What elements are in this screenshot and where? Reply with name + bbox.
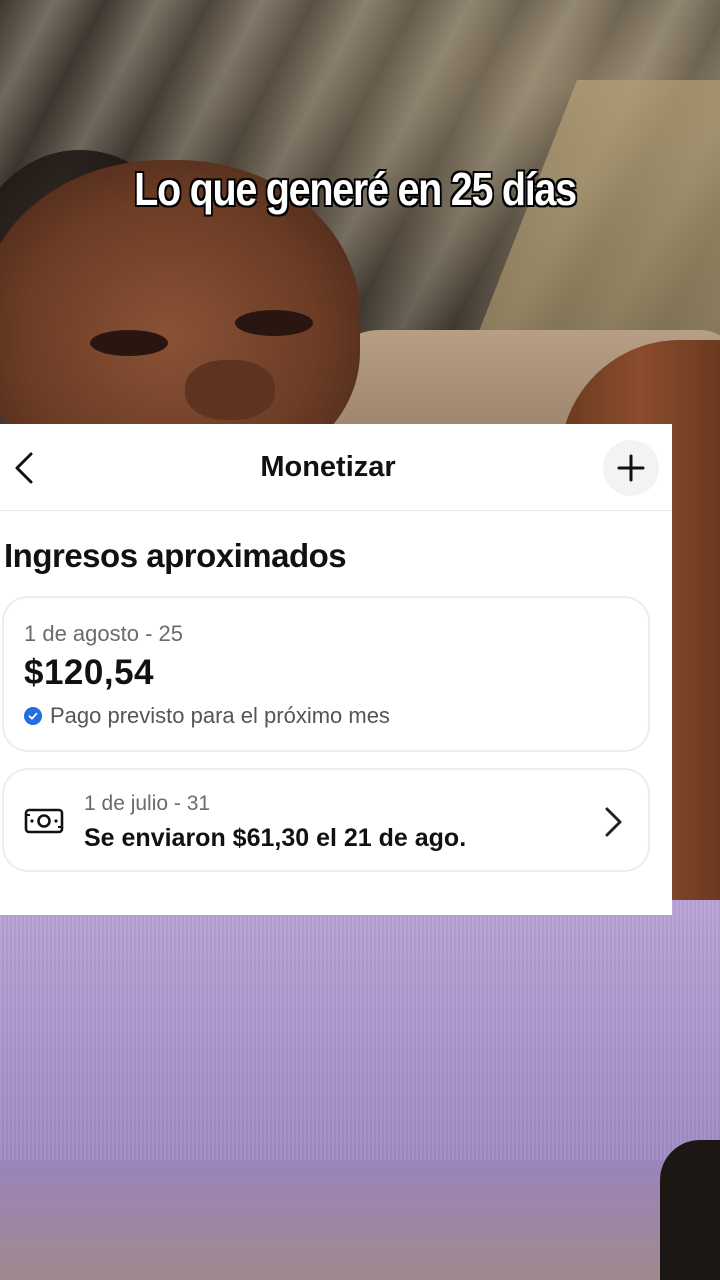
payout-date-range: 1 de julio - 31 bbox=[84, 792, 211, 815]
earnings-date-range: 1 de agosto - 25 bbox=[24, 621, 184, 646]
nose bbox=[185, 360, 275, 420]
page-title: Monetizar bbox=[260, 451, 396, 483]
left-eye bbox=[90, 330, 168, 356]
monetize-panel: Monetizar Ingresos aproximados 1 de agos… bbox=[0, 424, 672, 915]
check-circle-icon bbox=[24, 707, 42, 725]
section-title: Ingresos aproximados bbox=[4, 537, 347, 574]
earnings-status-text: Pago previsto para el próximo mes bbox=[50, 703, 390, 728]
payout-text: Se enviaron $61,30 el 21 de ago. bbox=[84, 824, 467, 852]
chevron-right-icon bbox=[602, 806, 624, 843]
earnings-status: Pago previsto para el próximo mes bbox=[24, 703, 390, 729]
video-caption: Lo que generé en 25 días bbox=[134, 163, 577, 215]
money-bill-icon bbox=[24, 806, 64, 841]
right-eye bbox=[235, 310, 313, 336]
add-button[interactable] bbox=[603, 440, 659, 496]
header: Monetizar bbox=[0, 424, 672, 511]
earnings-amount: $120,54 bbox=[24, 653, 155, 692]
earnings-card: 1 de agosto - 25 $120,54 Pago previsto p… bbox=[2, 596, 650, 752]
plus-icon bbox=[617, 454, 645, 482]
payout-card[interactable]: 1 de julio - 31 Se enviaron $61,30 el 21… bbox=[2, 768, 650, 872]
